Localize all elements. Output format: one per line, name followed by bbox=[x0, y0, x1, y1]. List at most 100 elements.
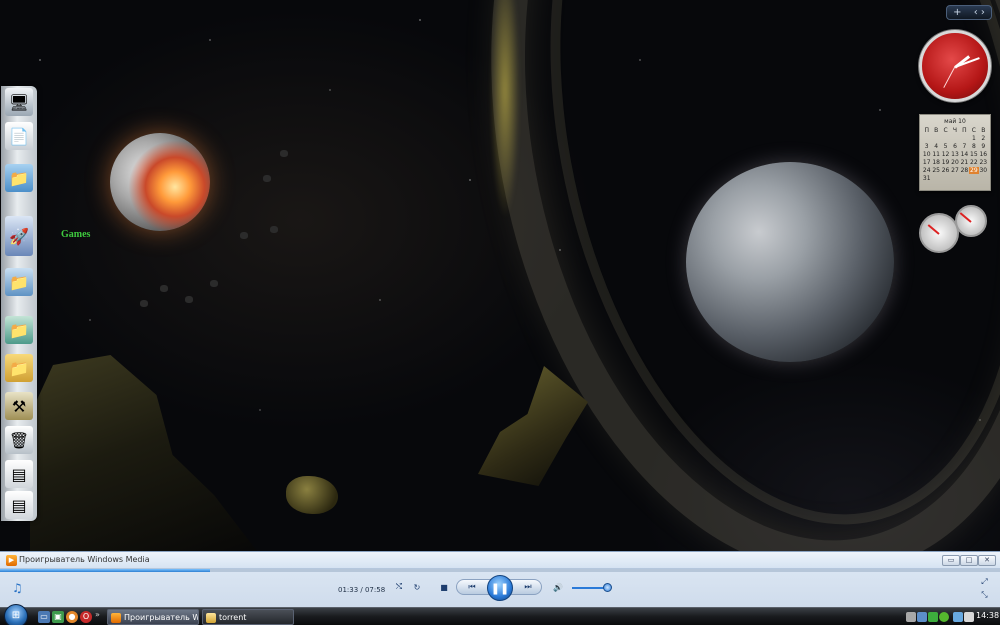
calendar-gadget[interactable]: май 10 П В С Ч П С В 1 2 3 4 5 6 7 8 9 10 11 12 13 14 15 16 17 1… bbox=[919, 114, 991, 191]
switch-to-library-button[interactable]: ⤢ bbox=[979, 577, 990, 587]
calendar-day bbox=[960, 135, 969, 142]
next-button[interactable]: ⏭ bbox=[520, 582, 536, 592]
calendar-day[interactable]: 17 bbox=[922, 159, 931, 166]
window-icon[interactable]: ▤ bbox=[5, 460, 33, 488]
folder-icon bbox=[206, 613, 216, 623]
document-icon[interactable]: 📄 bbox=[5, 122, 33, 150]
calendar-day[interactable]: 6 bbox=[950, 143, 959, 150]
calendar-day[interactable]: 22 bbox=[969, 159, 978, 166]
volume-icon[interactable]: 🔊 bbox=[551, 580, 565, 594]
folder-icon[interactable]: 📁 bbox=[5, 268, 33, 296]
media-player-titlebar[interactable]: ▶ Проигрыватель Windows Media ▭ □ ✕ bbox=[0, 552, 1000, 569]
sidebar-toolbar: + ‹ › bbox=[946, 5, 992, 20]
volume-knob[interactable] bbox=[603, 583, 612, 592]
show-desktop-icon[interactable]: ▭ bbox=[38, 611, 50, 623]
calendar-day bbox=[941, 135, 950, 142]
calendar-day[interactable]: 11 bbox=[931, 151, 940, 158]
stop-button[interactable]: ■ bbox=[437, 580, 451, 594]
calendar-day[interactable]: 2 bbox=[979, 135, 988, 142]
window-icon[interactable]: ▤ bbox=[5, 491, 33, 519]
add-gadget-button[interactable]: + bbox=[953, 7, 961, 18]
quicklaunch-more-button[interactable]: » bbox=[95, 610, 100, 619]
calendar-day[interactable]: 20 bbox=[950, 159, 959, 166]
calendar-weekday: В bbox=[981, 127, 986, 134]
debris bbox=[270, 226, 278, 233]
play-pause-button[interactable]: ❚❚ bbox=[487, 575, 513, 601]
calendar-day[interactable]: 21 bbox=[960, 159, 969, 166]
calendar-day[interactable]: 9 bbox=[979, 143, 988, 150]
tray-app-icon[interactable] bbox=[939, 612, 949, 622]
calendar-day[interactable]: 14 bbox=[960, 151, 969, 158]
seek-bar[interactable] bbox=[0, 569, 1000, 572]
calendar-day[interactable]: 16 bbox=[979, 151, 988, 158]
calendar-day[interactable]: 25 bbox=[931, 167, 940, 174]
calendar-day[interactable]: 5 bbox=[941, 143, 950, 150]
cpu-meter-gadget[interactable] bbox=[919, 205, 991, 257]
taskbar-clock[interactable]: 14:38 bbox=[976, 611, 999, 620]
network-icon[interactable] bbox=[953, 612, 963, 622]
debris bbox=[185, 296, 193, 303]
calendar-day[interactable]: 30 bbox=[979, 167, 988, 174]
calendar-day[interactable]: 23 bbox=[979, 159, 988, 166]
calendar-day[interactable]: 15 bbox=[969, 151, 978, 158]
calendar-day[interactable]: 13 bbox=[950, 151, 959, 158]
debris bbox=[263, 175, 271, 182]
tools-icon[interactable]: ⚒ bbox=[5, 392, 33, 420]
calendar-day[interactable]: 8 bbox=[969, 143, 978, 150]
calendar-day[interactable]: 12 bbox=[941, 151, 950, 158]
ring-glow bbox=[490, 0, 520, 220]
switch-to-skin-button[interactable]: ⤡ bbox=[979, 590, 990, 600]
cpu-dial bbox=[919, 213, 959, 253]
desktop-wallpaper bbox=[0, 0, 1000, 551]
calendar-day[interactable]: 28 bbox=[960, 167, 969, 174]
gadget-nav-button[interactable]: ‹ › bbox=[974, 7, 985, 18]
folder-icon[interactable]: 📁 bbox=[5, 354, 33, 382]
quicklaunch-app-icon[interactable]: ▣ bbox=[52, 611, 64, 623]
calendar-day[interactable]: 7 bbox=[960, 143, 969, 150]
calendar-day[interactable]: 1 bbox=[969, 135, 978, 142]
tray-app-icon[interactable] bbox=[917, 612, 927, 622]
calendar-day[interactable]: 29 bbox=[969, 167, 979, 174]
opera-icon[interactable]: O bbox=[80, 611, 92, 623]
calendar-day[interactable]: 27 bbox=[950, 167, 959, 174]
grey-planet bbox=[686, 162, 894, 362]
recycle-bin-icon[interactable]: 🗑 bbox=[5, 426, 33, 454]
folder-icon[interactable]: 📁 bbox=[5, 316, 33, 344]
taskbar-item-torrent[interactable]: torrent bbox=[202, 609, 294, 625]
taskbar-item-media-player[interactable]: Проигрыватель Wi... bbox=[107, 609, 199, 625]
shuffle-icon[interactable]: ⤭ bbox=[392, 580, 406, 594]
calendar-day[interactable]: 10 bbox=[922, 151, 931, 158]
asteroid-small bbox=[286, 476, 338, 514]
previous-button[interactable]: ⏮ bbox=[464, 582, 480, 592]
calendar-day[interactable]: 26 bbox=[941, 167, 950, 174]
calendar-weekday: С bbox=[943, 127, 948, 134]
browser-icon[interactable]: ● bbox=[66, 611, 78, 623]
calendar-grid: П В С Ч П С В 1 2 3 4 5 6 7 8 9 10 11 12 13 14 15 16 17 18 19 20 21… bbox=[922, 127, 988, 182]
calendar-day[interactable]: 18 bbox=[931, 159, 940, 166]
clock-gadget[interactable] bbox=[919, 30, 991, 102]
taskbar: ⊞ ▭ ▣ ● O » Проигрыватель Wi... torrent … bbox=[0, 604, 1000, 625]
rocket-icon[interactable]: 🚀 bbox=[5, 216, 33, 256]
tray-keyboard-icon[interactable] bbox=[906, 612, 916, 622]
start-button[interactable]: ⊞ bbox=[4, 604, 28, 625]
calendar-day bbox=[922, 135, 931, 142]
calendar-day[interactable]: 24 bbox=[922, 167, 931, 174]
tray-app-icon[interactable] bbox=[928, 612, 938, 622]
media-player-icon: ▶ bbox=[6, 555, 17, 566]
calendar-day[interactable]: 4 bbox=[931, 143, 940, 150]
calendar-day[interactable]: 3 bbox=[922, 143, 931, 150]
calendar-day[interactable]: 19 bbox=[941, 159, 950, 166]
debris bbox=[240, 232, 248, 239]
computer-icon[interactable]: 🖥 bbox=[5, 88, 33, 116]
maximize-button[interactable]: □ bbox=[960, 555, 978, 566]
calendar-weekday: П bbox=[924, 127, 929, 134]
calendar-day[interactable]: 31 bbox=[922, 175, 931, 182]
calendar-day bbox=[931, 135, 940, 142]
second-hand bbox=[943, 66, 956, 88]
minimize-button[interactable]: ▭ bbox=[942, 555, 960, 566]
folder-icon[interactable]: 📁 bbox=[5, 164, 33, 192]
calendar-weekday: П bbox=[962, 127, 967, 134]
close-button[interactable]: ✕ bbox=[978, 555, 996, 566]
volume-tray-icon[interactable] bbox=[964, 612, 974, 622]
repeat-icon[interactable]: ↻ bbox=[410, 580, 424, 594]
